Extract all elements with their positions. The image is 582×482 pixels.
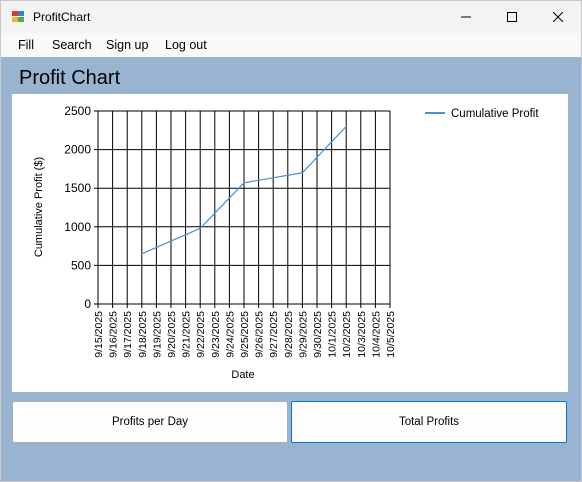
x-tick-label: 9/19/2025 — [151, 311, 163, 358]
x-tick-label: 9/24/2025 — [224, 311, 236, 358]
menu-item-log-out[interactable]: Log out — [165, 38, 207, 52]
x-tick-label: 9/22/2025 — [195, 311, 207, 358]
x-axis-label: Date — [231, 369, 254, 381]
menu-item-fill[interactable]: Fill — [18, 38, 34, 52]
y-axis-ticks: 0 500 1000 1500 2000 2500 — [64, 104, 91, 311]
x-tick-label: 9/17/2025 — [122, 311, 134, 358]
data-point — [345, 125, 348, 128]
data-point — [199, 227, 201, 230]
maximize-button[interactable] — [489, 1, 535, 33]
x-tick-label: 9/15/2025 — [93, 311, 105, 358]
x-tick-label: 10/2/2025 — [341, 311, 353, 358]
profits-per-day-button[interactable]: Profits per Day — [12, 401, 288, 443]
data-point — [243, 181, 245, 184]
legend: Cumulative Profit — [425, 108, 539, 120]
x-tick-label: 9/20/2025 — [166, 311, 178, 358]
y-tick-label: 2000 — [64, 143, 91, 157]
maximize-icon — [507, 12, 517, 22]
x-tick-label: 9/21/2025 — [181, 311, 193, 358]
chart-panel: 0 500 1000 1500 2000 2500 9/15/2025 9/16/2025 9… — [12, 94, 568, 392]
close-icon — [553, 12, 563, 22]
y-tick-label: 500 — [71, 258, 91, 272]
app-icon — [12, 11, 24, 22]
total-profits-button[interactable]: Total Profits — [291, 401, 567, 443]
menu-bar: Fill Search Sign up Log out — [1, 33, 581, 57]
x-tick-label: 10/3/2025 — [356, 311, 368, 358]
close-button[interactable] — [535, 1, 581, 33]
x-tick-label: 9/26/2025 — [254, 311, 266, 358]
chart-grid — [94, 110, 391, 308]
data-point — [141, 253, 143, 255]
x-tick-label: 9/23/2025 — [210, 311, 222, 358]
x-tick-label: 10/5/2025 — [385, 311, 397, 358]
x-tick-label: 10/4/2025 — [370, 311, 382, 358]
x-tick-label: 10/1/2025 — [327, 311, 339, 358]
window-title: ProfitChart — [33, 10, 91, 24]
menu-item-sign-up[interactable]: Sign up — [106, 38, 148, 52]
legend-label: Cumulative Profit — [451, 108, 539, 120]
y-tick-label: 1000 — [64, 220, 91, 234]
data-point — [301, 171, 304, 174]
x-tick-label: 9/16/2025 — [108, 311, 120, 358]
y-tick-label: 2500 — [64, 104, 91, 118]
x-tick-label: 9/30/2025 — [312, 311, 324, 358]
title-bar: ProfitChart — [1, 1, 581, 33]
menu-item-search[interactable]: Search — [52, 38, 92, 52]
profit-chart: 05001000150020002500 9/15/2025 9/16/2025 9… — [33, 104, 539, 381]
x-axis-ticks: 9/15/2025 9/16/2025 9/17/2025 9/18/2025 9/19… — [93, 311, 397, 358]
x-tick-label: 9/29/2025 — [297, 311, 309, 358]
y-tick-label: 1500 — [64, 181, 91, 195]
y-axis-label: Cumulative Profit ($) — [33, 157, 45, 257]
x-tick-label: 9/27/2025 — [268, 311, 280, 358]
minimize-icon — [461, 16, 471, 18]
y-tick-label: 0 — [84, 297, 91, 311]
minimize-button[interactable] — [443, 1, 489, 33]
page-title: Profit Chart — [19, 67, 121, 89]
x-tick-label: 9/28/2025 — [283, 311, 295, 358]
x-tick-label: 9/18/2025 — [137, 311, 149, 358]
x-tick-label: 9/25/2025 — [239, 311, 251, 358]
